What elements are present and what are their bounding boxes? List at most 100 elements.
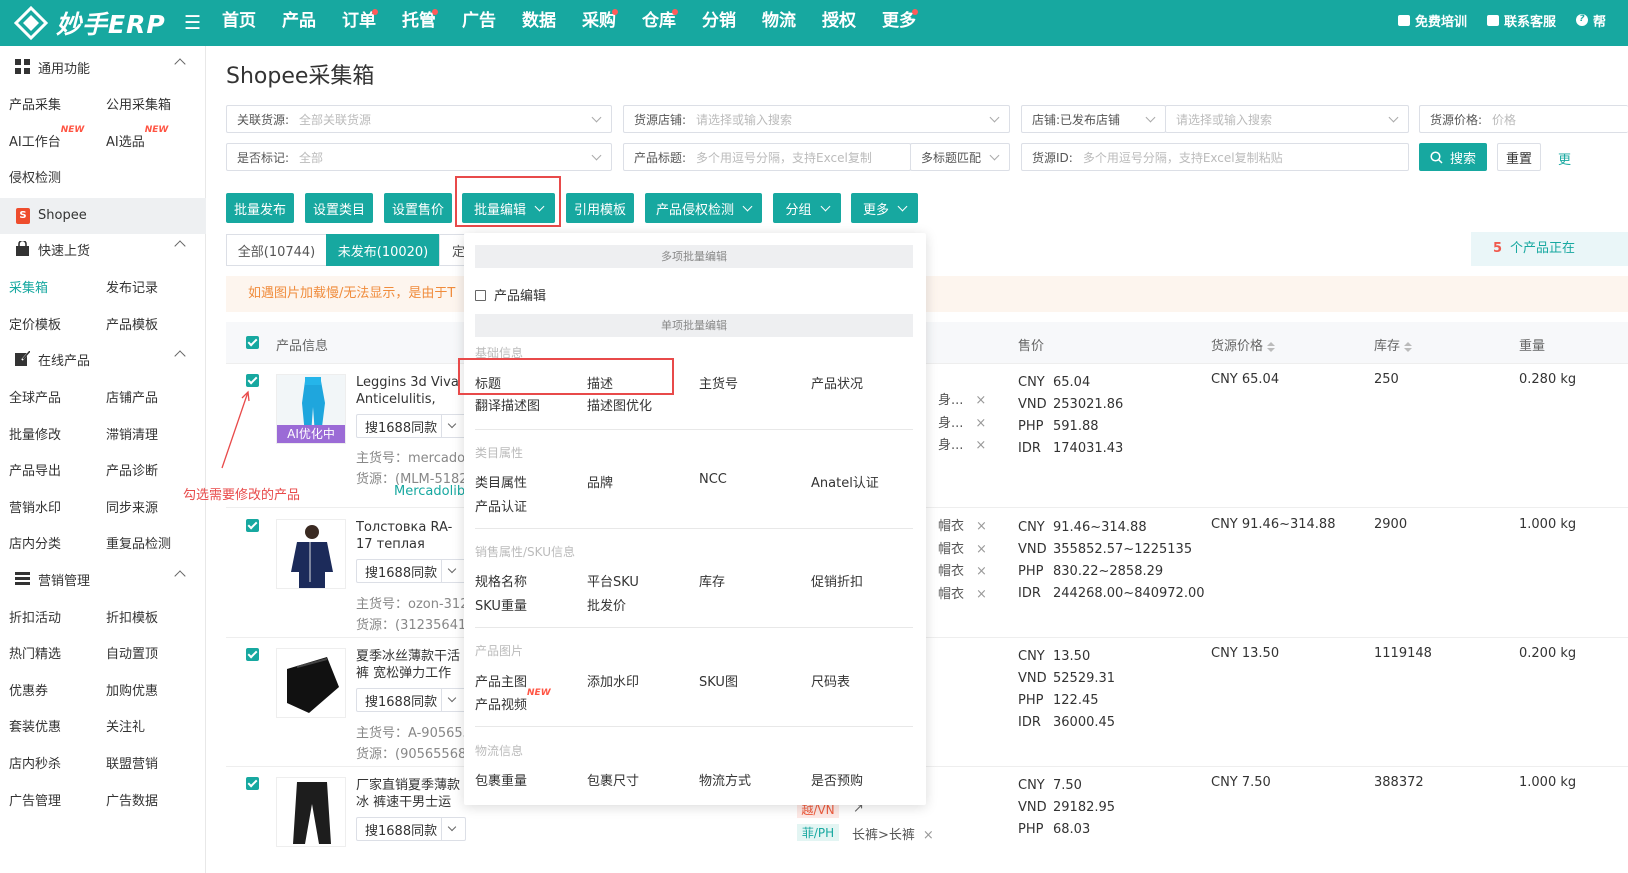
option-wholesale-price[interactable]: 批发价 [587, 595, 626, 614]
batch-publish-button[interactable]: 批量发布 [226, 193, 294, 223]
option-category-attributes[interactable]: 类目属性 [475, 472, 527, 491]
sidebar-item-follow-prize[interactable]: 关注礼 [106, 716, 145, 735]
sidebar-item-publish-records[interactable]: 发布记录 [106, 277, 158, 296]
sidebar-item-coupons[interactable]: 优惠券 [9, 680, 48, 699]
sidebar-item-global-products[interactable]: 全球产品 [9, 387, 61, 406]
option-desc-image-optimize[interactable]: 描述图优化 [587, 395, 652, 414]
nav-products[interactable]: 产品 [282, 0, 342, 46]
nav-data[interactable]: 数据 [522, 0, 582, 46]
product-title[interactable]: Leggins 3d Viva Anticelulitis, Legg [356, 374, 464, 408]
remove-icon[interactable]: × [976, 564, 987, 579]
sidebar-item-ads-data[interactable]: 广告数据 [106, 790, 158, 809]
product-title[interactable]: Толстовка RA-17 теплая [356, 519, 464, 553]
option-product-certification[interactable]: 产品认证 [475, 496, 527, 515]
sidebar-item-shop-products[interactable]: 店铺产品 [106, 387, 158, 406]
sidebar-item-pricing-template[interactable]: 定价模板 [9, 314, 61, 333]
remove-icon[interactable]: × [976, 587, 987, 602]
sidebar-item-ai-workbench[interactable]: AI工作台 NEW [9, 125, 84, 150]
search-1688-button[interactable]: 搜1688同款 [356, 688, 466, 712]
nav-more[interactable]: 更多 [882, 0, 942, 46]
more-filters-link[interactable]: 更 [1558, 149, 1571, 168]
source-price-input[interactable]: 货源价格: 价格 [1419, 105, 1628, 133]
brand-logo[interactable]: 妙手ERP [14, 6, 166, 40]
contact-support-link[interactable]: 联系客服 [1487, 11, 1556, 30]
source-shop-select[interactable]: 货源店铺: 请选择或输入搜索 [623, 105, 1010, 133]
group-button[interactable]: 分组 [773, 193, 841, 223]
sidebar-item-product-diagnosis[interactable]: 产品诊断 [106, 460, 158, 479]
sidebar-group-online-products[interactable]: 在线产品 [0, 340, 206, 376]
option-translate-desc-image[interactable]: 翻译描述图 [475, 395, 540, 414]
option-main-sku[interactable]: 主货号 [699, 373, 738, 392]
row-checkbox[interactable] [246, 374, 259, 387]
nav-distribution[interactable]: 分销 [702, 0, 762, 46]
option-anatel[interactable]: Anatel认证 [811, 472, 879, 491]
remove-icon[interactable]: × [975, 438, 986, 453]
nav-home[interactable]: 首页 [222, 0, 282, 46]
sidebar-item-hot-picks[interactable]: 热门精选 [9, 643, 61, 662]
sidebar-item-product-export[interactable]: 产品导出 [9, 460, 61, 479]
sidebar-item-sync-source[interactable]: 同步来源 [106, 497, 158, 516]
sidebar-group-marketing[interactable]: 营销管理 [0, 560, 206, 596]
source-id-input[interactable]: 货源ID: 多个用逗号分隔，支持Excel复制粘贴 [1021, 143, 1409, 171]
source-link[interactable]: Mercadolib [394, 484, 464, 499]
remove-icon[interactable]: × [923, 828, 934, 843]
help-link[interactable]: ? 帮 [1576, 11, 1606, 30]
more-actions-button[interactable]: 更多 [851, 193, 918, 223]
row-checkbox[interactable] [246, 777, 259, 790]
sidebar-item-duplicate-check[interactable]: 重复品检测 [106, 533, 171, 552]
nav-ads[interactable]: 广告 [462, 0, 522, 46]
tab-unpublished[interactable]: 未发布(10020) [326, 234, 440, 266]
sidebar-item-shop-category[interactable]: 店内分类 [9, 533, 61, 552]
nav-warehouse[interactable]: 仓库 [642, 0, 702, 46]
nav-authorization[interactable]: 授权 [822, 0, 882, 46]
sidebar-item-discount-template[interactable]: 折扣模板 [106, 607, 158, 626]
remove-icon[interactable]: × [975, 416, 986, 431]
marked-select[interactable]: 是否标记: 全部 [226, 143, 612, 171]
option-brand[interactable]: 品牌 [587, 472, 613, 491]
sidebar-item-slow-sale-cleanup[interactable]: 滞销清理 [106, 424, 158, 443]
option-promo-discount[interactable]: 促销折扣 [811, 571, 863, 590]
product-edit-option[interactable]: 产品编辑 [475, 285, 546, 304]
option-spec-name[interactable]: 规格名称 [475, 571, 527, 590]
reset-button[interactable]: 重置 [1497, 143, 1541, 171]
header-source-price[interactable]: 货源价格 [1211, 335, 1276, 354]
sidebar-item-bundle-deal[interactable]: 套装优惠 [9, 716, 61, 735]
option-add-watermark[interactable]: 添加水印 [587, 671, 639, 690]
sidebar-item-add-on-deal[interactable]: 加购优惠 [106, 680, 158, 699]
linked-source-select[interactable]: 关联货源: 全部关联货源 [226, 105, 612, 133]
product-title[interactable]: 夏季冰丝薄款干活裤 宽松弹力工作长裤子 [356, 648, 464, 682]
shop-search-select[interactable]: 请选择或输入搜索 [1165, 105, 1409, 133]
remove-icon[interactable]: × [976, 519, 987, 534]
option-product-video[interactable]: 产品视频 NEW [475, 688, 551, 713]
search-button[interactable]: 搜索 [1419, 143, 1487, 171]
set-category-button[interactable]: 设置类目 [305, 193, 373, 223]
header-stock[interactable]: 库存 [1374, 335, 1413, 354]
remove-icon[interactable]: × [976, 542, 987, 557]
remove-icon[interactable]: × [975, 393, 986, 408]
sidebar-item-auto-top[interactable]: 自动置顶 [106, 643, 158, 662]
sidebar-item-flash-sale[interactable]: 店内秒杀 [9, 753, 61, 772]
apply-template-button[interactable]: 引用模板 [566, 193, 634, 223]
product-title-input[interactable]: 产品标题: 多个用逗号分隔，支持Excel复制 [623, 143, 911, 171]
sidebar-item-infringement-check[interactable]: 侵权检测 [9, 167, 61, 186]
option-platform-sku[interactable]: 平台SKU [587, 571, 639, 590]
nav-purchase[interactable]: 采购 [582, 0, 642, 46]
sidebar-item-discount-activity[interactable]: 折扣活动 [9, 607, 61, 626]
option-stock[interactable]: 库存 [699, 571, 725, 590]
option-shipping-method[interactable]: 物流方式 [699, 770, 751, 789]
sidebar-item-ads-management[interactable]: 广告管理 [9, 790, 61, 809]
title-match-select[interactable]: 多标题匹配 [910, 143, 1010, 171]
search-1688-button[interactable]: 搜1688同款 [356, 817, 466, 841]
progress-indicator[interactable]: 5 个产品正在 [1471, 232, 1628, 266]
option-condition[interactable]: 产品状况 [811, 373, 863, 392]
sidebar-item-affiliate-marketing[interactable]: 联盟营销 [106, 753, 158, 772]
search-1688-button[interactable]: 搜1688同款 [356, 414, 466, 438]
row-checkbox[interactable] [246, 648, 259, 661]
product-title[interactable]: 厂家直销夏季薄款冰 裤速干男士运动裤潮 [356, 777, 464, 811]
select-all-checkbox[interactable] [246, 336, 259, 349]
sidebar-item-collect-box[interactable]: 采集箱 [9, 277, 48, 296]
option-sku-weight[interactable]: SKU重量 [475, 595, 527, 614]
option-ncc[interactable]: NCC [699, 472, 727, 487]
sidebar-item-product-collect[interactable]: 产品采集 [9, 94, 61, 113]
search-1688-button[interactable]: 搜1688同款 [356, 559, 466, 583]
